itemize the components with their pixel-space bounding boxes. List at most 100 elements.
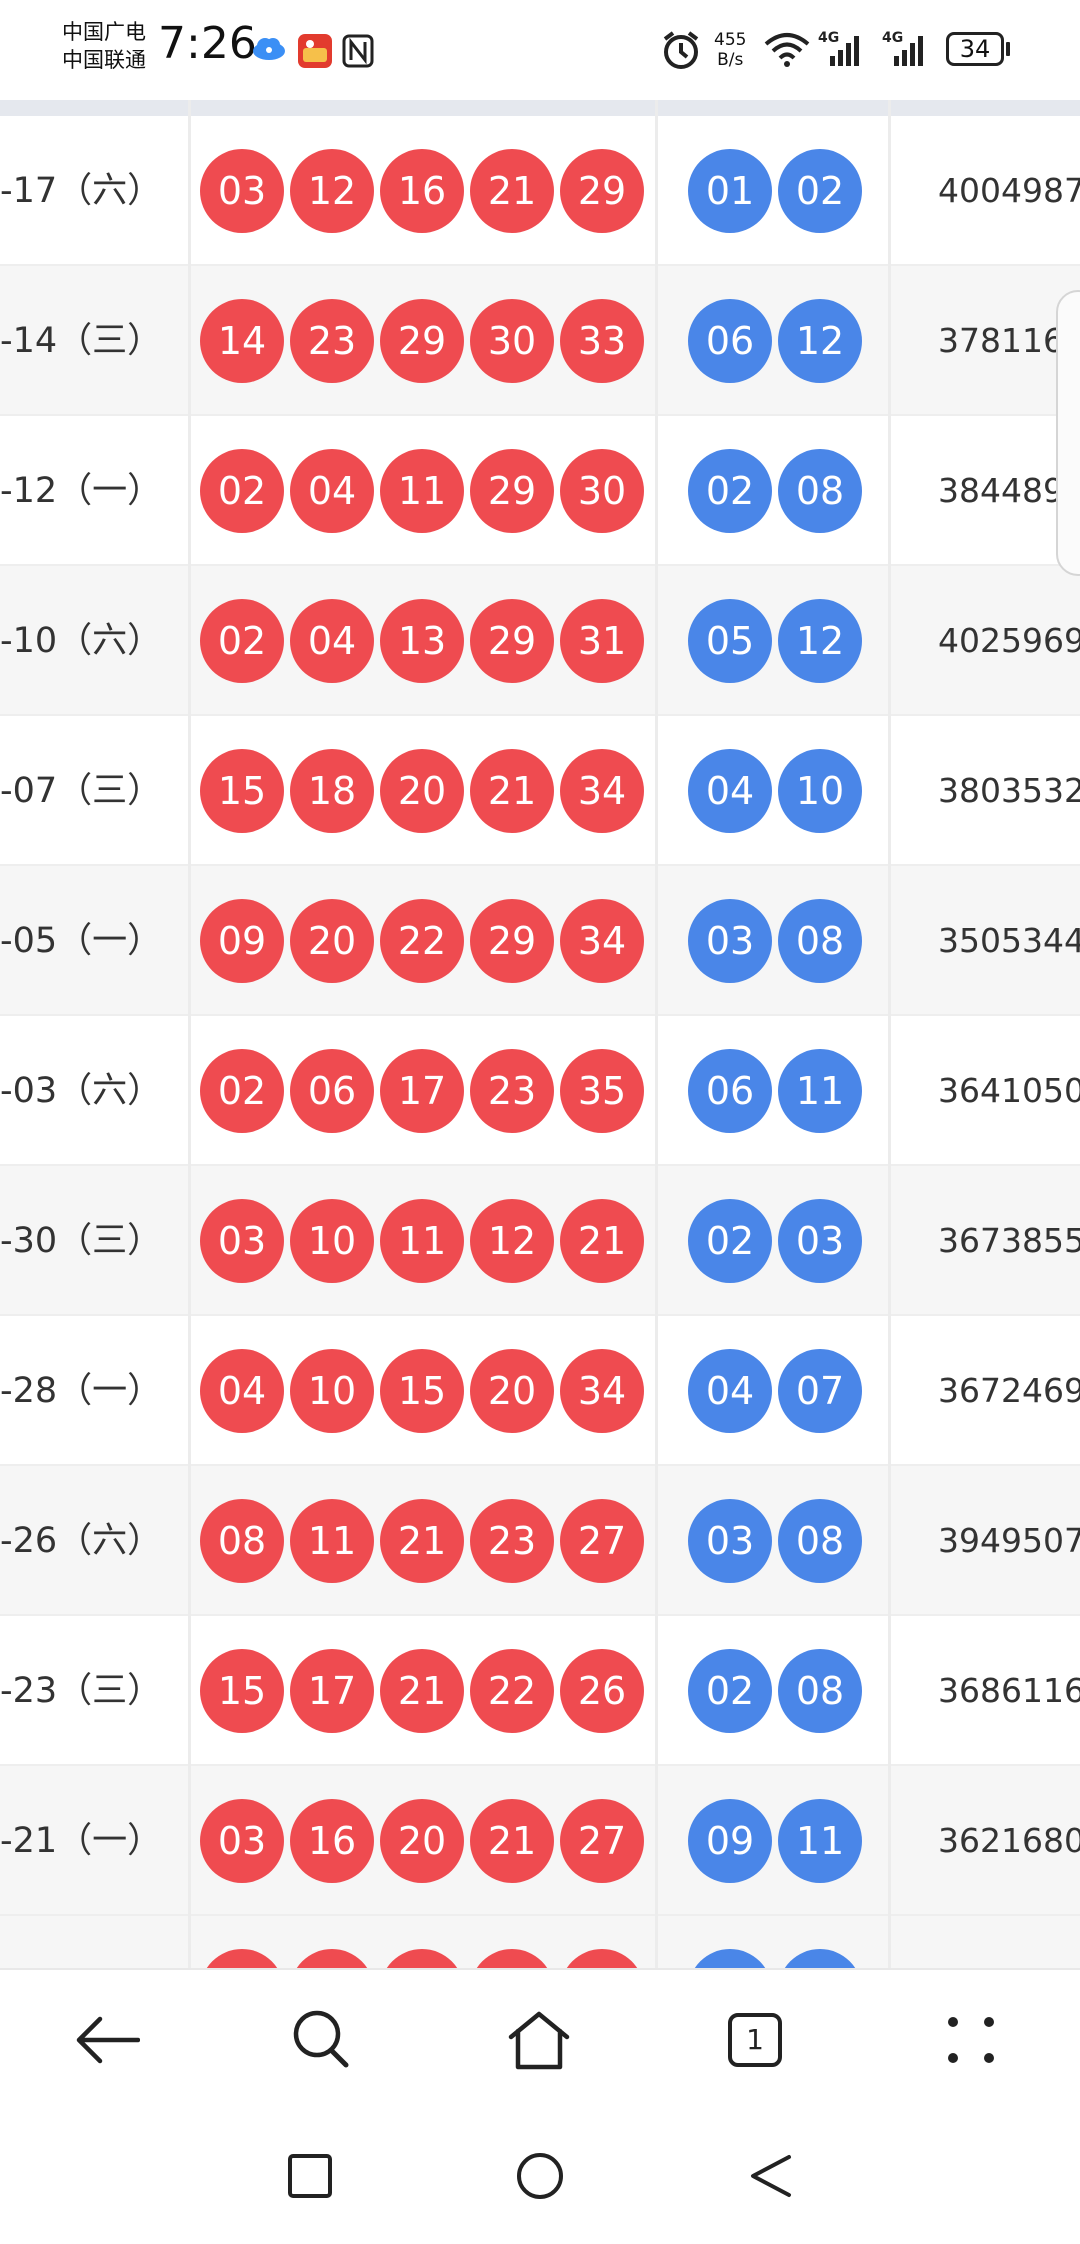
app-icon [298,34,332,72]
carrier-names: 中国广电 中国联通 [62,18,146,74]
red-ball: 31 [560,599,644,683]
draw-date: -05（一） [0,921,163,961]
red-ball: 21 [560,1199,644,1283]
battery-indicator: 34 [946,32,1004,66]
battery-cap [1006,42,1010,56]
red-ball: 08 [200,1499,284,1583]
red-ball [470,1949,554,1968]
blue-ball: 03 [778,1199,862,1283]
red-ball: 02 [200,449,284,533]
tabs-button[interactable]: 1 [705,1990,805,2090]
red-ball: 21 [380,1499,464,1583]
red-ball: 04 [200,1349,284,1433]
draw-date: -23（三） [0,1671,163,1711]
blue-ball: 04 [688,749,772,833]
table-row[interactable]: -10（六） 0204132931 0512 40259694 [0,566,1080,716]
red-ball: 10 [290,1199,374,1283]
table-row[interactable]: -07（三） 1518202134 0410 38035320 [0,716,1080,866]
draw-date: -28（一） [0,1371,163,1411]
red-ball: 30 [470,299,554,383]
carrier-1: 中国广电 [62,20,146,44]
net-speed-value: 455 [714,30,747,50]
wifi-icon [764,32,810,72]
carrier-2: 中国联通 [62,48,146,72]
table-row[interactable]: -30（三）0310111221020336738554 [0,1166,1080,1316]
table-row[interactable]: -03（六）0206172335061136410506 [0,1016,1080,1166]
blue-ball: 06 [688,1049,772,1133]
square-icon [288,2154,332,2198]
net-speed-unit: B/s [717,50,744,70]
red-ball: 22 [380,899,464,983]
red-ball: 09 [200,899,284,983]
red-ball: 21 [470,149,554,233]
column-divider [888,100,891,1968]
red-ball: 27 [560,1799,644,1883]
table-row-partial[interactable] [0,1916,1080,1968]
cloud-icon [252,36,286,64]
table-row[interactable]: -23（三） 1517212226 0208 36861160 [0,1616,1080,1766]
red-ball: 29 [470,449,554,533]
table-row[interactable]: -17（六） 0312162129 0102 40049872 [0,116,1080,266]
red-ball: 15 [200,1649,284,1733]
red-ball: 23 [290,299,374,383]
blue-ball: 10 [778,749,862,833]
sales-amount: 378116 [938,321,1064,360]
red-ball: 29 [560,149,644,233]
red-ball: 11 [380,449,464,533]
red-ball: 23 [470,1499,554,1583]
system-back-button[interactable] [730,2136,810,2216]
red-ball: 21 [380,1649,464,1733]
red-ball [200,1949,284,1968]
table-row[interactable]: -28（一）0410152034040736724695 [0,1316,1080,1466]
recent-apps-button[interactable] [270,2136,350,2216]
sales-amount: 36724695 [938,1371,1080,1410]
red-ball [560,1949,644,1968]
red-ball: 02 [200,1049,284,1133]
red-ball: 18 [290,749,374,833]
draw-date: -21（一） [0,1821,163,1861]
table-row[interactable]: -12（一） 02 04 11 29 30 02 08 384489 [0,416,1080,566]
blue-ball: 11 [778,1049,862,1133]
red-ball: 29 [470,599,554,683]
blue-ball: 07 [778,1349,862,1433]
red-ball: 11 [380,1199,464,1283]
red-ball: 16 [290,1799,374,1883]
red-ball: 06 [290,1049,374,1133]
blue-ball: 03 [688,1499,772,1583]
table-row[interactable]: -26（六）0811212327030839495077 [0,1466,1080,1616]
alarm-icon [662,30,700,74]
more-menu-button[interactable] [921,1990,1021,2090]
table-row[interactable]: -21（一） 0316202127 0911 36216805 [0,1766,1080,1916]
home-button[interactable] [489,1990,589,2090]
blue-ball: 06 [688,299,772,383]
sales-amount: 39495077 [938,1521,1080,1560]
status-bar: 中国广电 中国联通 7:26 455 B/s 4G 4G 34 [0,0,1080,100]
red-ball: 11 [290,1499,374,1583]
red-ball: 20 [290,899,374,983]
browser-bottom-bar: 1 [0,1968,1080,2110]
red-ball: 10 [290,1349,374,1433]
red-ball: 03 [200,1199,284,1283]
table-row[interactable]: -05（一） 0920222934 0308 35053440 [0,866,1080,1016]
sales-amount: 38035320 [938,771,1080,810]
blue-ball: 02 [778,149,862,233]
sales-amount: 384489 [938,471,1064,510]
system-home-button[interactable] [500,2136,580,2216]
draw-date: -30（三） [0,1221,163,1261]
table-row[interactable]: -14（三） 14 23 29 30 33 06 12 378116 [0,266,1080,416]
search-button[interactable] [272,1990,372,2090]
blue-ball: 08 [778,449,862,533]
red-ball: 27 [560,1499,644,1583]
side-panel-handle[interactable] [1056,290,1080,576]
sales-amount: 40049872 [938,171,1080,210]
red-ball: 34 [560,1349,644,1433]
red-ball: 20 [380,1799,464,1883]
back-button[interactable] [57,1990,157,2090]
results-table: -17（六）0312162129010240049872-14（三）142329… [0,100,1080,1968]
home-icon [508,2011,570,2070]
red-ball: 16 [380,149,464,233]
blue-ball: 09 [688,1799,772,1883]
draw-date: -12（一） [0,471,163,511]
column-divider [188,100,191,1968]
search-icon [293,2010,349,2068]
